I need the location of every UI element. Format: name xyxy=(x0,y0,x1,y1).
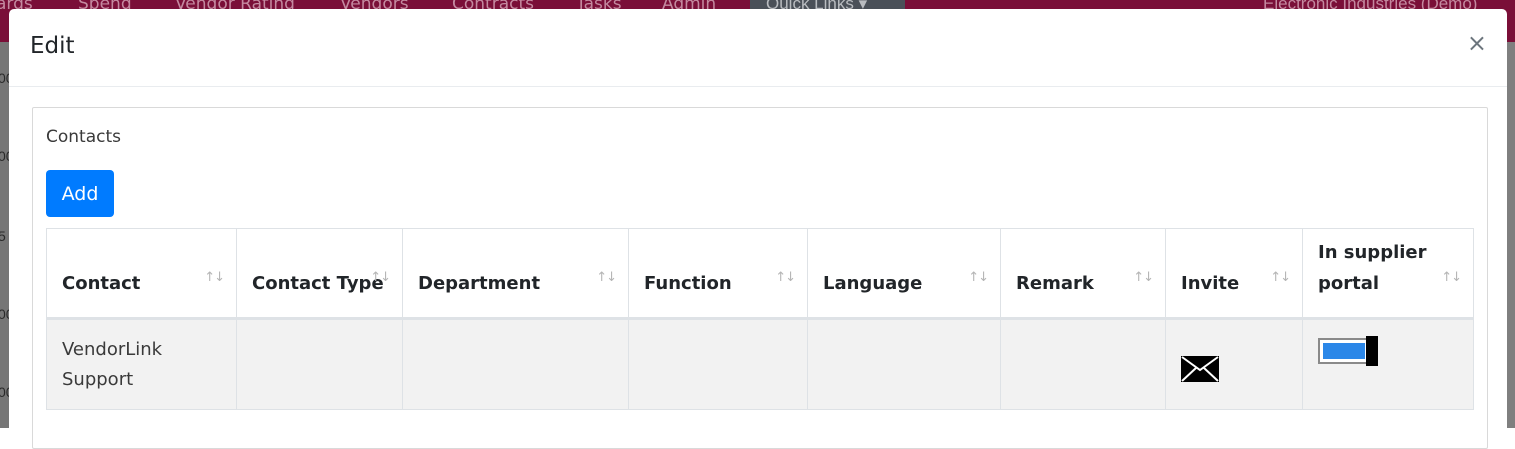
column-header-in-supplier-portal[interactable]: In supplier portal ↑↓ xyxy=(1302,228,1474,320)
column-header-label: Remark xyxy=(1016,273,1094,294)
column-header-label: Function xyxy=(644,273,732,294)
cell-invite xyxy=(1165,318,1303,410)
sort-icon[interactable]: ↑↓ xyxy=(1133,262,1154,293)
column-header-label: Language xyxy=(823,273,923,294)
modal-header: Edit × xyxy=(9,9,1507,87)
column-header-label: Contact Type xyxy=(252,273,384,294)
column-header-language[interactable]: Language ↑↓ xyxy=(807,228,1001,320)
column-header-label: Contact xyxy=(62,273,141,294)
sort-icon[interactable]: ↑↓ xyxy=(596,262,617,293)
column-header-label: In supplier portal xyxy=(1318,242,1427,294)
column-header-remark[interactable]: Remark ↑↓ xyxy=(1000,228,1166,320)
column-header-label: Department xyxy=(418,273,541,294)
cell-function xyxy=(628,318,808,410)
envelope-icon[interactable] xyxy=(1181,355,1219,382)
table-row[interactable]: VendorLink Support xyxy=(46,318,1474,410)
cell-department xyxy=(402,318,629,410)
column-header-invite[interactable]: Invite ↑↓ xyxy=(1165,228,1303,320)
contacts-section-label: Contacts xyxy=(46,127,121,147)
modal-title: Edit xyxy=(30,33,75,59)
sort-icon[interactable]: ↑↓ xyxy=(370,262,391,293)
supplier-portal-toggle[interactable] xyxy=(1318,335,1378,366)
sort-icon[interactable]: ↑↓ xyxy=(968,262,989,293)
edit-modal: Edit × Contacts Add Contact ↑↓ Contact Ty… xyxy=(9,9,1507,449)
cell-remark xyxy=(1000,318,1166,410)
column-header-department[interactable]: Department ↑↓ xyxy=(402,228,629,320)
cell-contact: VendorLink Support xyxy=(46,318,237,410)
column-header-contact-type[interactable]: Contact Type ↑↓ xyxy=(236,228,403,320)
column-header-contact[interactable]: Contact ↑↓ xyxy=(46,228,237,320)
sort-icon[interactable]: ↑↓ xyxy=(1270,262,1291,293)
toggle-knob xyxy=(1366,335,1378,366)
add-contact-button[interactable]: Add xyxy=(46,170,114,217)
toggle-fill xyxy=(1323,342,1365,359)
cell-contact-type xyxy=(236,318,403,410)
sort-icon[interactable]: ↑↓ xyxy=(204,262,225,293)
sort-icon[interactable]: ↑↓ xyxy=(1441,262,1462,293)
table-header-row: Contact ↑↓ Contact Type ↑↓ Department ↑↓ Fu… xyxy=(46,228,1474,320)
cell-language xyxy=(807,318,1001,410)
cell-in-supplier-portal xyxy=(1302,318,1474,410)
sort-icon[interactable]: ↑↓ xyxy=(775,262,796,293)
contacts-table: Contact ↑↓ Contact Type ↑↓ Department ↑↓ Fu… xyxy=(46,228,1474,410)
column-header-function[interactable]: Function ↑↓ xyxy=(628,228,808,320)
contacts-card: Contacts Add Contact ↑↓ Contact Type ↑↓ De… xyxy=(32,107,1488,449)
close-icon[interactable]: × xyxy=(1467,31,1487,55)
column-header-label: Invite xyxy=(1181,273,1240,294)
background-fragment: 5 xyxy=(0,228,6,244)
